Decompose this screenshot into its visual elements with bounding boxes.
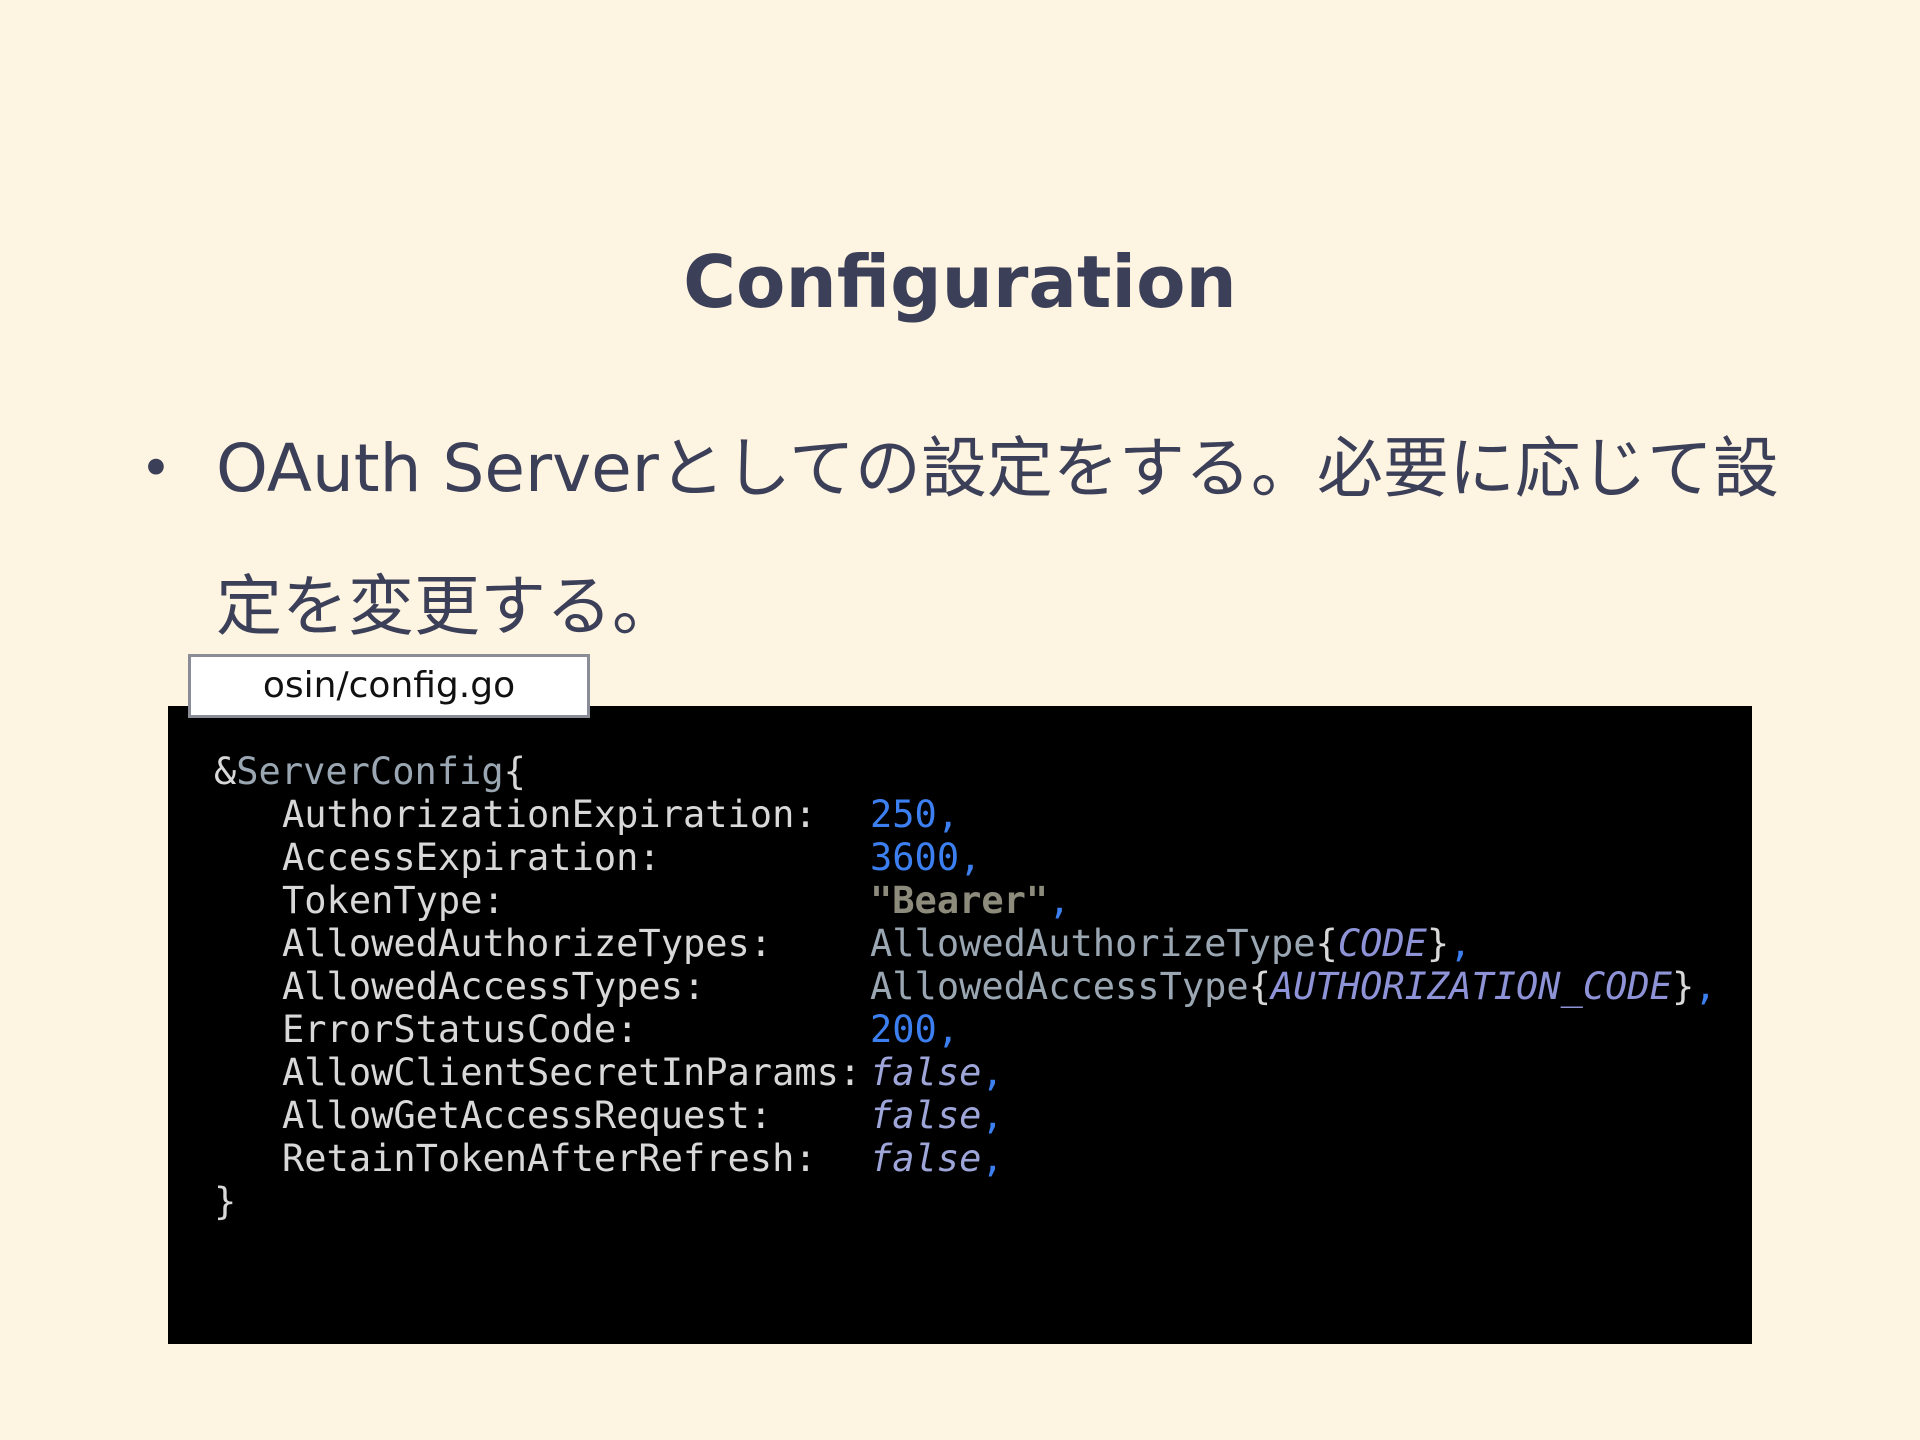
code-comma: , bbox=[936, 793, 960, 836]
code-comma: , bbox=[1694, 965, 1717, 1008]
code-comma: , bbox=[981, 1051, 1004, 1094]
code-value: 250 bbox=[870, 793, 937, 836]
slide-title: Configuration bbox=[683, 240, 1237, 324]
code-enum-value: AUTHORIZATION_CODE bbox=[1270, 965, 1672, 1008]
code-enum-value: CODE bbox=[1337, 922, 1427, 965]
code-open-brace: { bbox=[1248, 965, 1271, 1008]
code-line: AllowedAuthorizeTypes: AllowedAuthorizeTy… bbox=[214, 922, 1752, 965]
code-comma: , bbox=[981, 1094, 1004, 1137]
code-comma: , bbox=[936, 1008, 960, 1051]
code-line: ErrorStatusCode: 200, bbox=[214, 1008, 1752, 1051]
code-type-name: AllowedAuthorizeType bbox=[870, 922, 1316, 965]
code-key: AllowedAuthorizeTypes: bbox=[282, 922, 773, 965]
code-type-name: ServerConfig bbox=[236, 750, 504, 793]
code-ampersand: & bbox=[214, 750, 237, 793]
code-key: AllowClientSecretInParams: bbox=[282, 1051, 862, 1094]
code-comma: , bbox=[981, 1137, 1004, 1180]
bullet-marker: • bbox=[140, 437, 172, 500]
code-line-open: &ServerConfig{ bbox=[214, 750, 1752, 793]
bullet-text: OAuth Serverとしての設定をする。必要に応じて設定を変更する。 bbox=[216, 430, 1779, 645]
code-key: AllowGetAccessRequest: bbox=[282, 1094, 773, 1137]
code-key: RetainTokenAfterRefresh: bbox=[282, 1137, 817, 1180]
code-line: TokenType: "Bearer", bbox=[214, 879, 1752, 922]
code-value: false bbox=[870, 1094, 982, 1137]
code-line: AllowedAccessTypes: AllowedAccessType{AUT… bbox=[214, 965, 1752, 1008]
code-close-brace: } bbox=[1671, 965, 1695, 1008]
code-comma: , bbox=[1449, 922, 1472, 965]
code-value: "Bearer" bbox=[870, 879, 1049, 922]
code-value: 200 bbox=[870, 1008, 937, 1051]
code-type-name: AllowedAccessType bbox=[870, 965, 1249, 1008]
code-key: AccessExpiration: bbox=[282, 836, 661, 879]
code-block: &ServerConfig{ AuthorizationExpiration: 2… bbox=[168, 706, 1752, 1344]
code-key: ErrorStatusCode: bbox=[282, 1008, 639, 1051]
code-comma: , bbox=[959, 836, 982, 879]
code-close-brace: } bbox=[1426, 922, 1450, 965]
file-name-tab: osin/config.go bbox=[188, 654, 590, 718]
code-value: 3600 bbox=[870, 836, 960, 879]
code-line-close: } bbox=[214, 1180, 1752, 1223]
code-line: AllowClientSecretInParams: false, bbox=[214, 1051, 1752, 1094]
code-line: AuthorizationExpiration: 250, bbox=[214, 793, 1752, 836]
code-value: false bbox=[870, 1051, 982, 1094]
code-value: false bbox=[870, 1137, 982, 1180]
code-open-brace: { bbox=[503, 750, 526, 793]
code-key: TokenType: bbox=[282, 879, 505, 922]
code-key: AllowedAccessTypes: bbox=[282, 965, 706, 1008]
code-close-brace: } bbox=[214, 1180, 237, 1223]
code-key: AuthorizationExpiration: bbox=[282, 793, 817, 836]
code-line: AllowGetAccessRequest: false, bbox=[214, 1094, 1752, 1137]
code-comma: , bbox=[1048, 879, 1071, 922]
code-open-brace: { bbox=[1315, 922, 1338, 965]
bullet-item: • OAuth Serverとしての設定をする。必要に応じて設定を変更する。 bbox=[140, 400, 1780, 676]
code-line: AccessExpiration: 3600, bbox=[214, 836, 1752, 879]
code-line: RetainTokenAfterRefresh: false, bbox=[214, 1137, 1752, 1180]
